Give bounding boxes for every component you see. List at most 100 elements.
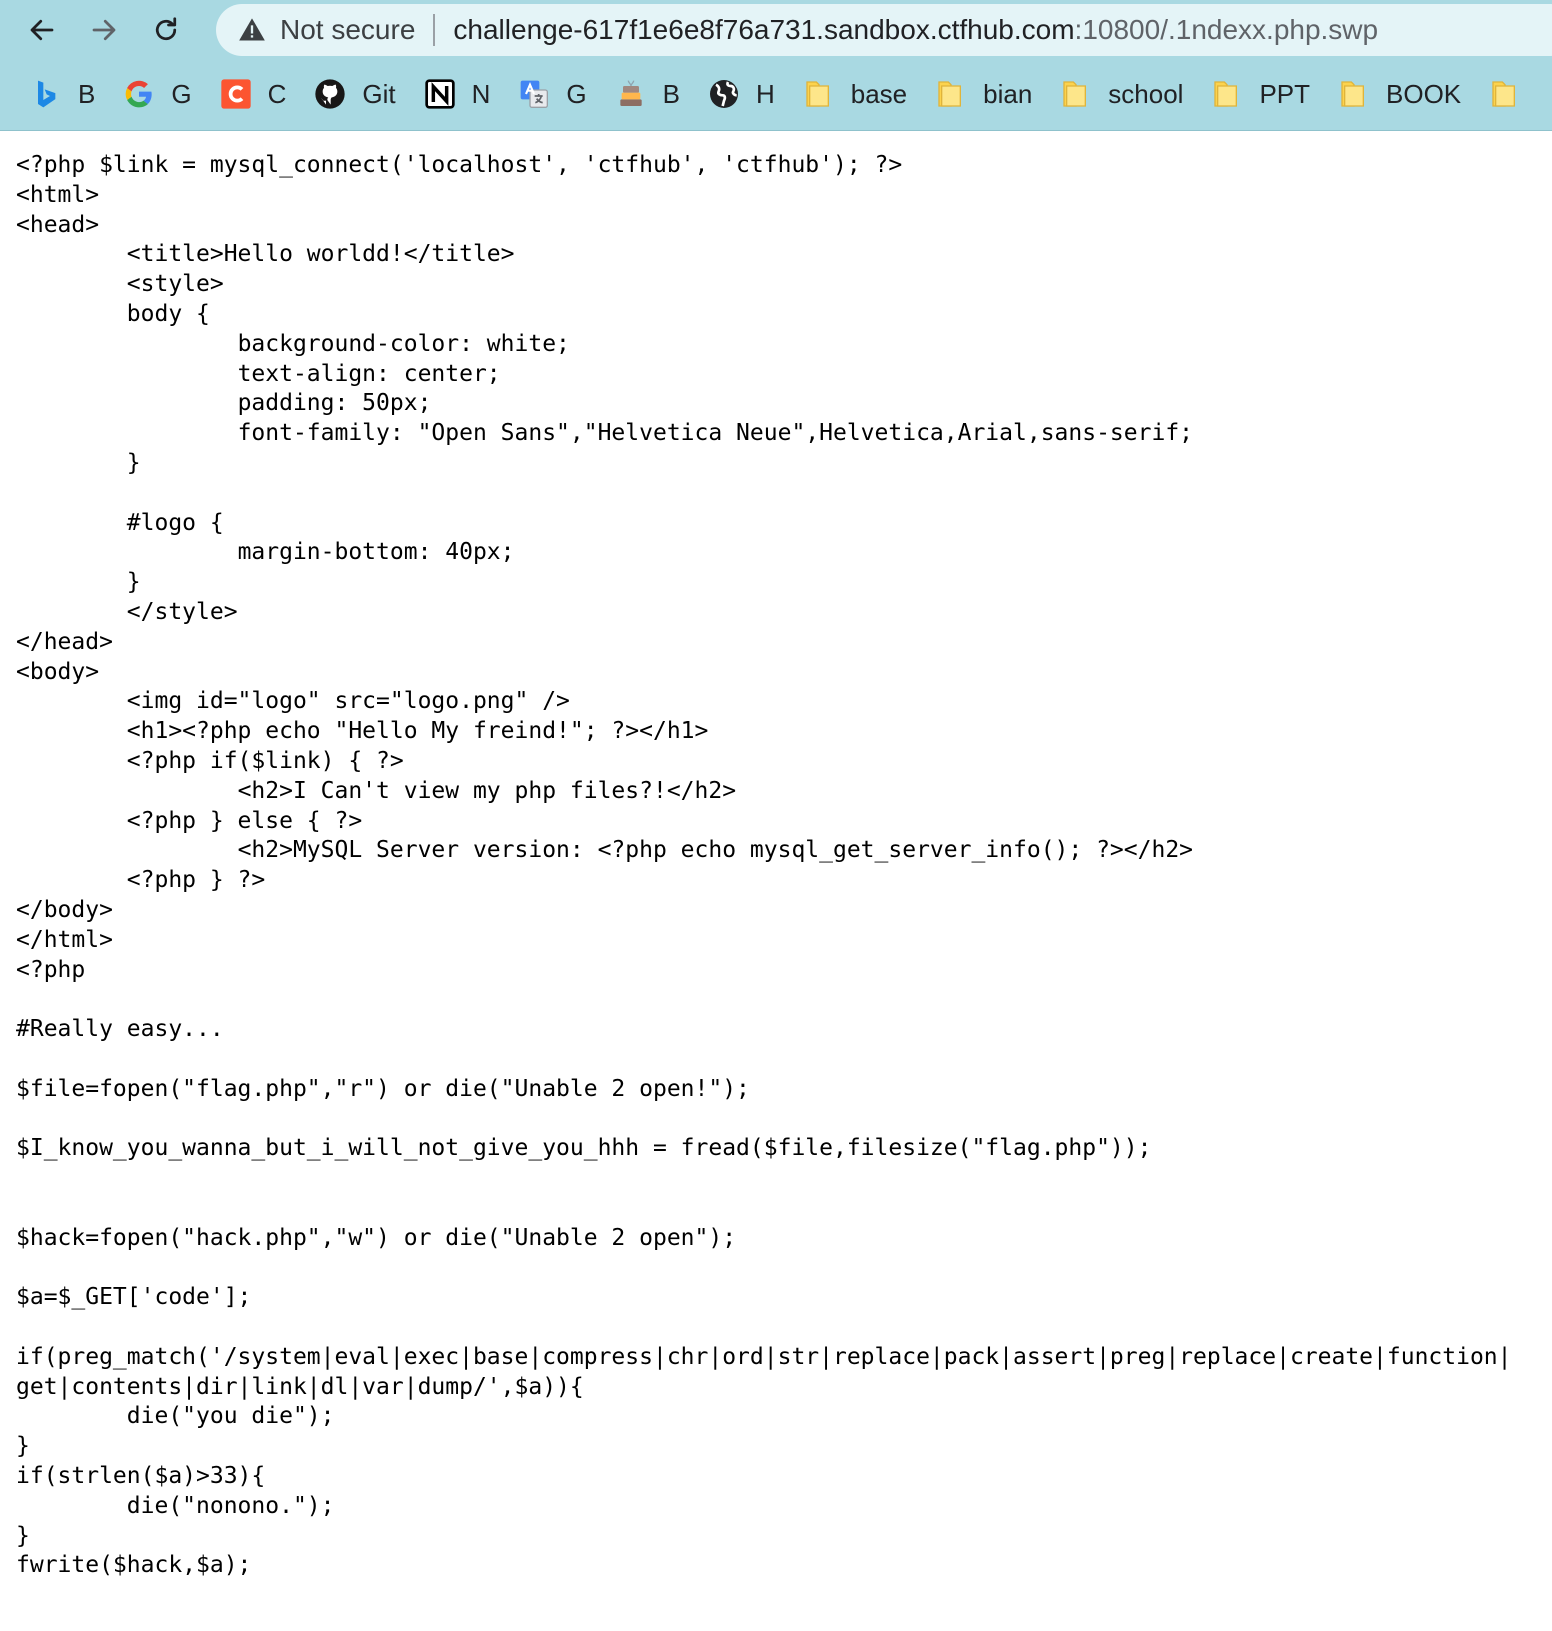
source-line: die("nonono."); xyxy=(16,1492,335,1519)
source-line: $a=$_GET['code']; xyxy=(16,1284,252,1311)
folder-icon xyxy=(935,78,967,110)
back-arrow-icon xyxy=(30,19,54,41)
url-host: challenge-617f1e6e8f76a731.sandbox.ctfhu… xyxy=(453,14,1075,45)
bookmark-label: G xyxy=(171,78,192,109)
source-line: margin-bottom: 40px; xyxy=(16,539,515,566)
forward-button[interactable] xyxy=(78,4,130,56)
folder-icon xyxy=(803,78,835,110)
source-line: </head> xyxy=(16,628,113,655)
source-line: $hack=fopen("hack.php","w") or die("Unab… xyxy=(16,1224,737,1251)
source-line: get|contents|dir|link|dl|var|dump/',$a))… xyxy=(16,1373,584,1400)
bookmark-label: base xyxy=(850,78,908,109)
notion-icon xyxy=(424,78,456,110)
book-stack-icon xyxy=(615,78,647,110)
source-line: if(strlen($a)>33){ xyxy=(16,1463,266,1490)
source-line: <h1><?php echo "Hello My freind!"; ?></h… xyxy=(16,718,709,745)
bookmark-folder-base[interactable]: base xyxy=(803,78,907,110)
source-line xyxy=(16,1105,1546,1135)
source-line: background-color: white; xyxy=(16,330,570,357)
source-line: $file=fopen("flag.php","r") or die("Unab… xyxy=(16,1075,750,1102)
bookmark-folder-ppt[interactable]: PPT xyxy=(1211,78,1310,110)
source-line: #logo { xyxy=(16,509,224,536)
folder-icon xyxy=(1338,78,1370,110)
bookmark-globe[interactable]: H xyxy=(708,78,775,110)
bookmark-label: N xyxy=(471,78,491,109)
bookmark-github[interactable]: Git xyxy=(314,78,396,110)
source-line xyxy=(16,985,1546,1015)
source-line: <title>Hello worldd!</title> xyxy=(16,241,515,268)
page-source-text: <?php $link = mysql_connect('localhost',… xyxy=(16,151,1546,1631)
source-line: <?php if($link) { ?> xyxy=(16,747,404,774)
url-text[interactable]: challenge-617f1e6e8f76a731.sandbox.ctfhu… xyxy=(453,14,1378,46)
source-line: <?php $link = mysql_connect('localhost',… xyxy=(16,152,903,178)
security-status[interactable]: Not secure xyxy=(280,14,415,46)
bookmark-google[interactable]: G xyxy=(123,78,192,110)
source-line: <?php } ?> xyxy=(16,867,266,894)
source-line: <?php } else { ?> xyxy=(16,807,363,834)
bookmark-label: B xyxy=(662,78,680,109)
bookmark-folder-bian[interactable]: bian xyxy=(935,78,1032,110)
source-line: <html> xyxy=(16,181,100,208)
bookmark-google-translate[interactable]: G xyxy=(518,78,587,110)
reload-icon xyxy=(155,17,177,41)
github-icon xyxy=(314,78,346,110)
google-translate-icon xyxy=(518,78,550,110)
url-path: :10800/.1ndexx.php.swp xyxy=(1074,14,1379,45)
source-line: <style> xyxy=(16,271,224,298)
source-line: <img id="logo" src="logo.png" /> xyxy=(16,688,570,715)
bookmark-label: C xyxy=(267,78,287,109)
source-line xyxy=(16,479,1546,509)
browser-chrome: Not secure challenge-617f1e6e8f76a731.sa… xyxy=(0,0,1552,131)
back-button[interactable] xyxy=(16,4,68,56)
source-line: padding: 50px; xyxy=(16,390,432,417)
bookmark-label: PPT xyxy=(1259,78,1311,109)
source-line xyxy=(16,1045,1546,1075)
source-line: fwrite($hack,$a); xyxy=(16,1552,252,1579)
folder-icon xyxy=(1060,78,1092,110)
bookmark-label: G xyxy=(566,78,587,109)
source-line xyxy=(16,1164,1546,1194)
source-line: font-family: "Open Sans","Helvetica Neue… xyxy=(16,420,1194,447)
source-line: if(preg_match('/system|eval|exec|base|co… xyxy=(16,1343,1512,1370)
source-line: </body> xyxy=(16,896,113,923)
bookmark-folder-school[interactable]: school xyxy=(1060,78,1183,110)
csdn-icon xyxy=(220,78,252,110)
source-line: <h2>I Can't view my php files?!</h2> xyxy=(16,777,737,804)
source-line: <h2>MySQL Server version: <?php echo mys… xyxy=(16,837,1194,864)
source-line: } xyxy=(16,1522,30,1549)
source-line: $I_know_you_wanna_but_i_will_not_give_yo… xyxy=(16,1135,1152,1162)
source-line: body { xyxy=(16,300,210,327)
bookmark-books[interactable]: B xyxy=(615,78,680,110)
forward-arrow-icon xyxy=(92,19,116,41)
source-line: die("you die"); xyxy=(16,1403,335,1430)
bookmark-label: school xyxy=(1108,78,1184,109)
address-bar[interactable]: Not secure challenge-617f1e6e8f76a731.sa… xyxy=(216,4,1552,56)
bookmark-label: H xyxy=(755,78,775,109)
google-icon xyxy=(123,78,155,110)
source-line: } xyxy=(16,569,141,596)
globe-icon xyxy=(708,78,740,110)
bookmark-label: B xyxy=(78,78,96,109)
source-line: } xyxy=(16,449,141,476)
bookmark-label: BOOK xyxy=(1386,78,1462,109)
source-line: </style> xyxy=(16,598,238,625)
omnibox-separator xyxy=(433,14,436,46)
bookmark-bing[interactable]: B xyxy=(30,78,95,110)
source-line: text-align: center; xyxy=(16,360,501,387)
source-line xyxy=(16,1194,1546,1224)
source-line: <head> xyxy=(16,211,100,238)
source-line: <body> xyxy=(16,658,100,685)
reload-button[interactable] xyxy=(140,4,192,56)
folder-icon xyxy=(1211,78,1243,110)
bing-icon xyxy=(30,78,62,110)
bookmark-folder-book[interactable]: BOOK xyxy=(1338,78,1461,110)
bookmark-folder-overflow[interactable] xyxy=(1489,78,1537,110)
bookmark-csdn[interactable]: C xyxy=(220,78,287,110)
folder-icon xyxy=(1489,78,1521,110)
source-line xyxy=(16,1253,1546,1283)
bookmark-notion[interactable]: N xyxy=(424,78,491,110)
bookmark-label: Git xyxy=(362,78,396,109)
source-line xyxy=(16,1313,1546,1343)
source-line: <?php xyxy=(16,956,86,983)
warning-triangle-icon[interactable] xyxy=(238,16,266,44)
